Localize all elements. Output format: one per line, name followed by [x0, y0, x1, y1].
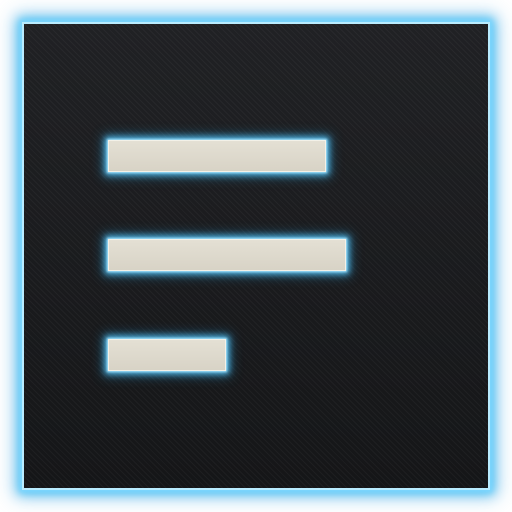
text-line-2 — [108, 239, 346, 271]
icon-canvas — [0, 0, 512, 512]
text-line-3 — [108, 339, 226, 371]
text-line-1 — [108, 140, 326, 172]
